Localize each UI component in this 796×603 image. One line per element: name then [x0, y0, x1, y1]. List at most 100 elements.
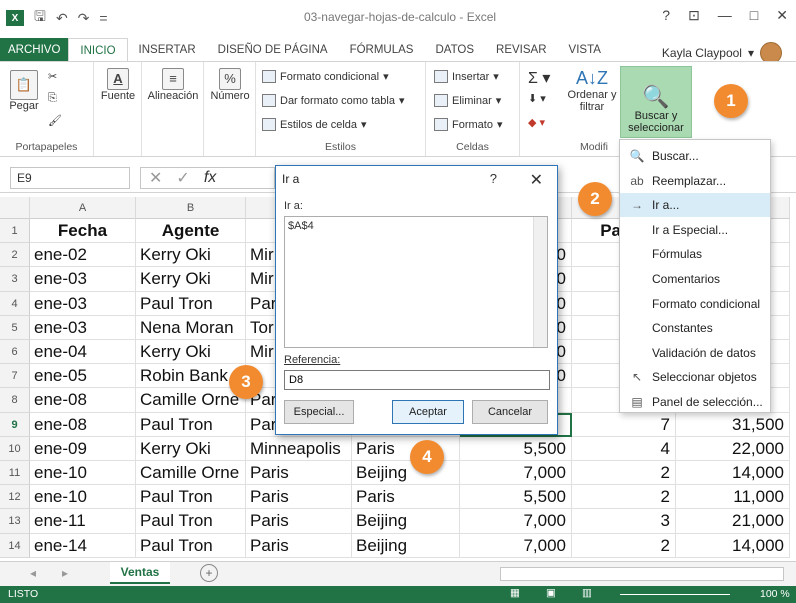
- dialog-close-button[interactable]: ✕: [530, 170, 543, 190]
- cell-a2[interactable]: ene-02: [30, 243, 136, 268]
- cell-b6[interactable]: Kerry Oki: [136, 340, 246, 365]
- cell-b11[interactable]: Camille Orne: [136, 461, 246, 486]
- row-header[interactable]: 5: [0, 315, 30, 340]
- cell-f11[interactable]: 2: [572, 461, 676, 486]
- row-header[interactable]: 2: [0, 243, 30, 268]
- list-scrollbar[interactable]: [533, 217, 547, 347]
- clear-icon[interactable]: ◆ ▾: [528, 116, 545, 129]
- undo-icon[interactable]: ↶: [56, 10, 68, 27]
- font-button[interactable]: A Fuente: [98, 68, 138, 102]
- help-button[interactable]: ?: [662, 7, 670, 24]
- name-box[interactable]: E9: [10, 167, 130, 189]
- cancel-icon[interactable]: ✕: [149, 168, 162, 188]
- sheet-tab-ventas[interactable]: Ventas: [110, 562, 170, 584]
- format-cells-button[interactable]: Formato ▾: [434, 118, 503, 131]
- goto-list-item[interactable]: $A$4: [288, 220, 544, 232]
- cell-g13[interactable]: 21,000: [676, 509, 790, 534]
- menu-item-0[interactable]: 🔍 Buscar...: [620, 144, 770, 168]
- copy-icon[interactable]: ⎘: [48, 92, 57, 105]
- add-sheet-button[interactable]: +: [200, 564, 218, 582]
- zoom-level[interactable]: 100 %: [760, 588, 790, 600]
- cell-a5[interactable]: ene-03: [30, 315, 136, 340]
- cancel-button[interactable]: Cancelar: [472, 400, 548, 424]
- menu-item-6[interactable]: Formato condicional: [620, 292, 770, 316]
- cell-f9[interactable]: 7: [572, 412, 676, 437]
- zoom-slider[interactable]: [620, 594, 730, 595]
- cell-b14[interactable]: Paul Tron: [136, 533, 246, 558]
- cell-f14[interactable]: 2: [572, 533, 676, 558]
- cell-e10[interactable]: 5,500: [460, 436, 572, 461]
- row-header[interactable]: 14: [0, 533, 30, 558]
- menu-item-1[interactable]: ab Reemplazar...: [620, 169, 770, 193]
- cell-d14[interactable]: Beijing: [352, 533, 460, 558]
- autosum-icon[interactable]: Σ ▾: [528, 68, 550, 88]
- cell-a14[interactable]: ene-14: [30, 533, 136, 558]
- cell-e11[interactable]: 7,000: [460, 461, 572, 486]
- cell-e14[interactable]: 7,000: [460, 533, 572, 558]
- cell-c13[interactable]: Paris: [246, 509, 352, 534]
- tab-vista[interactable]: VISTA: [558, 38, 612, 62]
- cell-a12[interactable]: ene-10: [30, 485, 136, 510]
- horizontal-scrollbar[interactable]: [500, 567, 784, 581]
- tab-datos[interactable]: DATOS: [424, 38, 485, 62]
- row-header[interactable]: 8: [0, 388, 30, 413]
- cell-a8[interactable]: ene-08: [30, 388, 136, 413]
- cell-b8[interactable]: Camille Orne: [136, 388, 246, 413]
- cell-g12[interactable]: 11,000: [676, 485, 790, 510]
- row-header[interactable]: 4: [0, 291, 30, 316]
- fill-icon[interactable]: ⬇ ▾: [528, 92, 546, 105]
- cell-styles-button[interactable]: Estilos de celda ▾: [262, 118, 367, 131]
- row-header[interactable]: 9: [0, 412, 30, 437]
- row-header[interactable]: 10: [0, 436, 30, 461]
- format-as-table-button[interactable]: Dar formato como tabla ▾: [262, 94, 404, 107]
- tab-formulas[interactable]: FÓRMULAS: [339, 38, 425, 62]
- cell-b9[interactable]: Paul Tron: [136, 412, 246, 437]
- cell-c14[interactable]: Paris: [246, 533, 352, 558]
- save-icon[interactable]: 🖫: [34, 6, 46, 30]
- cell-e13[interactable]: 7,000: [460, 509, 572, 534]
- restore-button[interactable]: □: [750, 7, 758, 24]
- ok-button[interactable]: Aceptar: [392, 400, 464, 424]
- page-break-icon[interactable]: ▥: [582, 587, 592, 599]
- cell-b10[interactable]: Kerry Oki: [136, 436, 246, 461]
- menu-item-10[interactable]: ▤ Panel de selección...: [620, 390, 770, 414]
- cell-a6[interactable]: ene-04: [30, 340, 136, 365]
- tab-insertar[interactable]: INSERTAR: [128, 38, 207, 62]
- cell-g14[interactable]: 14,000: [676, 533, 790, 558]
- cell-b13[interactable]: Paul Tron: [136, 509, 246, 534]
- format-painter-icon[interactable]: 🖌: [48, 114, 62, 127]
- cell-a10[interactable]: ene-09: [30, 436, 136, 461]
- cell-c12[interactable]: Paris: [246, 485, 352, 510]
- cell-g10[interactable]: 22,000: [676, 436, 790, 461]
- conditional-format-button[interactable]: Formato condicional ▾: [262, 70, 389, 83]
- delete-cells-button[interactable]: Eliminar ▾: [434, 94, 501, 107]
- paste-button[interactable]: 📋 Pegar: [6, 70, 42, 112]
- cell-g9[interactable]: 31,500: [676, 412, 790, 437]
- dialog-help-button[interactable]: ?: [490, 171, 497, 186]
- insert-cells-button[interactable]: Insertar ▾: [434, 70, 499, 83]
- tab-revisar[interactable]: REVISAR: [485, 38, 558, 62]
- tab-archivo[interactable]: ARCHIVO: [0, 38, 69, 62]
- menu-item-5[interactable]: Comentarios: [620, 267, 770, 291]
- cell-f13[interactable]: 3: [572, 509, 676, 534]
- cell-g11[interactable]: 14,000: [676, 461, 790, 486]
- normal-view-icon[interactable]: ▦: [510, 587, 520, 599]
- fx-icon[interactable]: fx: [204, 169, 216, 187]
- page-layout-icon[interactable]: ▣: [546, 587, 556, 599]
- goto-list[interactable]: $A$4: [284, 216, 548, 348]
- excel-app-icon[interactable]: X: [6, 10, 24, 26]
- cell-a7[interactable]: ene-05: [30, 364, 136, 389]
- cell-b3[interactable]: Kerry Oki: [136, 267, 246, 292]
- cell-f12[interactable]: 2: [572, 485, 676, 510]
- tab-inicio[interactable]: INICIO: [68, 38, 128, 62]
- row-header[interactable]: 13: [0, 509, 30, 534]
- alignment-button[interactable]: ≡ Alineación: [144, 68, 202, 102]
- cell-a13[interactable]: ene-11: [30, 509, 136, 534]
- cell-a11[interactable]: ene-10: [30, 461, 136, 486]
- enter-icon[interactable]: ✓: [176, 168, 189, 188]
- special-button[interactable]: Especial...: [284, 400, 354, 424]
- row-header[interactable]: 1: [0, 219, 30, 244]
- row-header[interactable]: 12: [0, 485, 30, 510]
- tab-diseno-pagina[interactable]: DISEÑO DE PÁGINA: [207, 38, 339, 62]
- find-select-button[interactable]: 🔍 Buscar y seleccionar: [620, 66, 692, 138]
